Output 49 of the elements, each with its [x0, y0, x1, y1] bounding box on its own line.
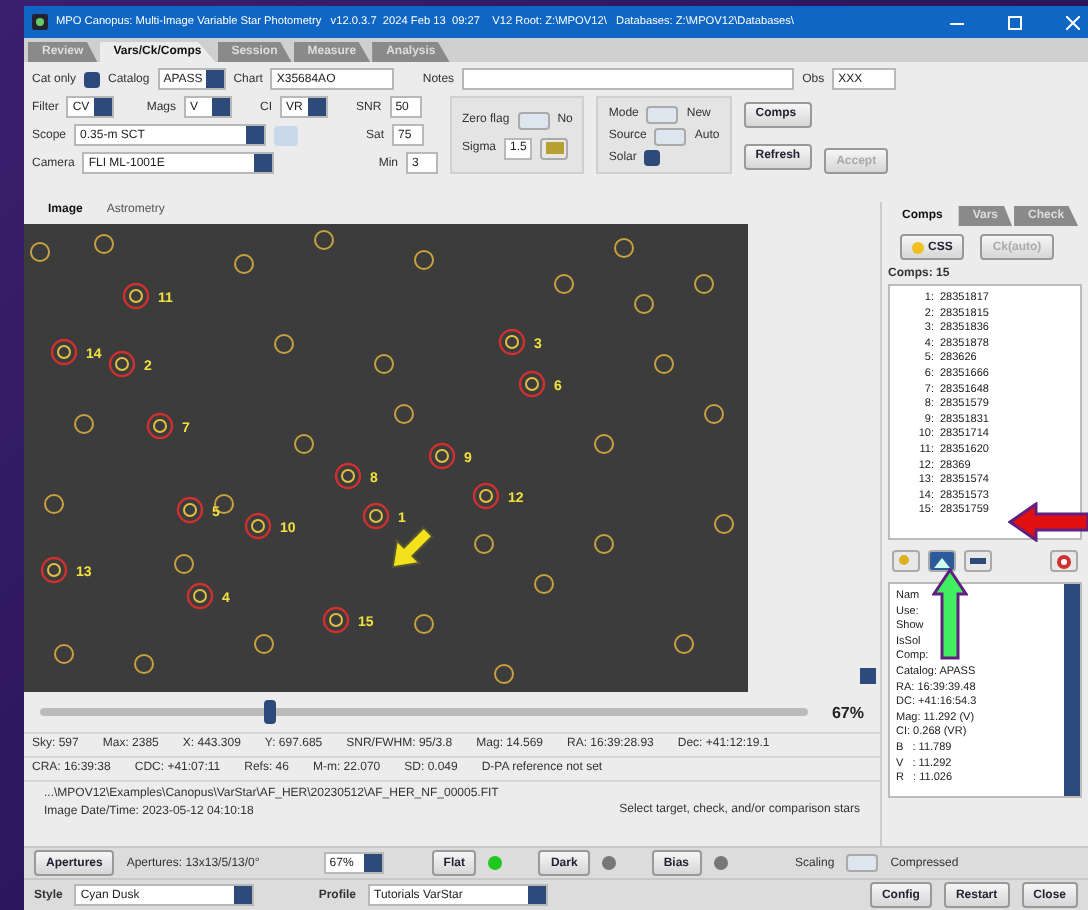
scrollbar[interactable] — [1064, 584, 1080, 796]
arrow-icon — [391, 526, 434, 569]
notes-field[interactable] — [462, 68, 795, 90]
star-circle[interactable] — [134, 654, 154, 674]
star-circle[interactable] — [704, 404, 724, 424]
toggle-switch[interactable] — [654, 127, 687, 145]
star-circle[interactable] — [234, 254, 254, 274]
star-circle[interactable] — [94, 234, 114, 254]
star-circle[interactable] — [294, 434, 314, 454]
maximize-icon[interactable] — [1008, 15, 1022, 29]
star-circle[interactable] — [254, 634, 274, 654]
toggle-switch[interactable] — [846, 854, 879, 872]
star-circle[interactable] — [314, 230, 334, 250]
star-circle[interactable] — [654, 354, 674, 374]
star-circle[interactable] — [494, 664, 514, 684]
minus-icon[interactable] — [964, 550, 992, 572]
star-circle[interactable] — [474, 534, 494, 554]
toggle-switch[interactable] — [517, 111, 550, 129]
star-circle[interactable] — [74, 414, 94, 434]
star-circle[interactable] — [374, 354, 394, 374]
star-circle[interactable] — [674, 634, 694, 654]
app-icon — [32, 14, 48, 30]
star-circle[interactable] — [214, 494, 234, 514]
arrow-icon — [932, 568, 968, 660]
arrow-icon — [1008, 502, 1088, 542]
bulb-icon — [912, 241, 924, 253]
checkbox[interactable] — [84, 71, 101, 87]
close-icon[interactable] — [1066, 15, 1080, 29]
zoom-reading: 67% — [831, 703, 864, 721]
star-circle[interactable] — [554, 274, 574, 294]
star-circle[interactable] — [414, 250, 434, 270]
checkbox[interactable] — [644, 149, 661, 165]
star-circle[interactable] — [30, 242, 50, 262]
toggle-switch[interactable] — [646, 105, 679, 123]
star-circle[interactable] — [714, 514, 734, 534]
star-circle[interactable] — [274, 334, 294, 354]
star-circle[interactable] — [594, 534, 614, 554]
target-icon[interactable] — [1050, 550, 1078, 572]
star-circle[interactable] — [614, 238, 634, 258]
slider-thumb[interactable] — [264, 700, 277, 724]
star-circle[interactable] — [174, 554, 194, 574]
star-circle[interactable] — [54, 644, 74, 664]
star-circle[interactable] — [414, 614, 434, 634]
star-circle[interactable] — [634, 294, 654, 314]
star-circle[interactable] — [534, 574, 554, 594]
star-circle[interactable] — [394, 404, 414, 424]
star-circle[interactable] — [694, 274, 714, 294]
star-circle[interactable] — [594, 434, 614, 454]
star-circle[interactable] — [44, 494, 64, 514]
